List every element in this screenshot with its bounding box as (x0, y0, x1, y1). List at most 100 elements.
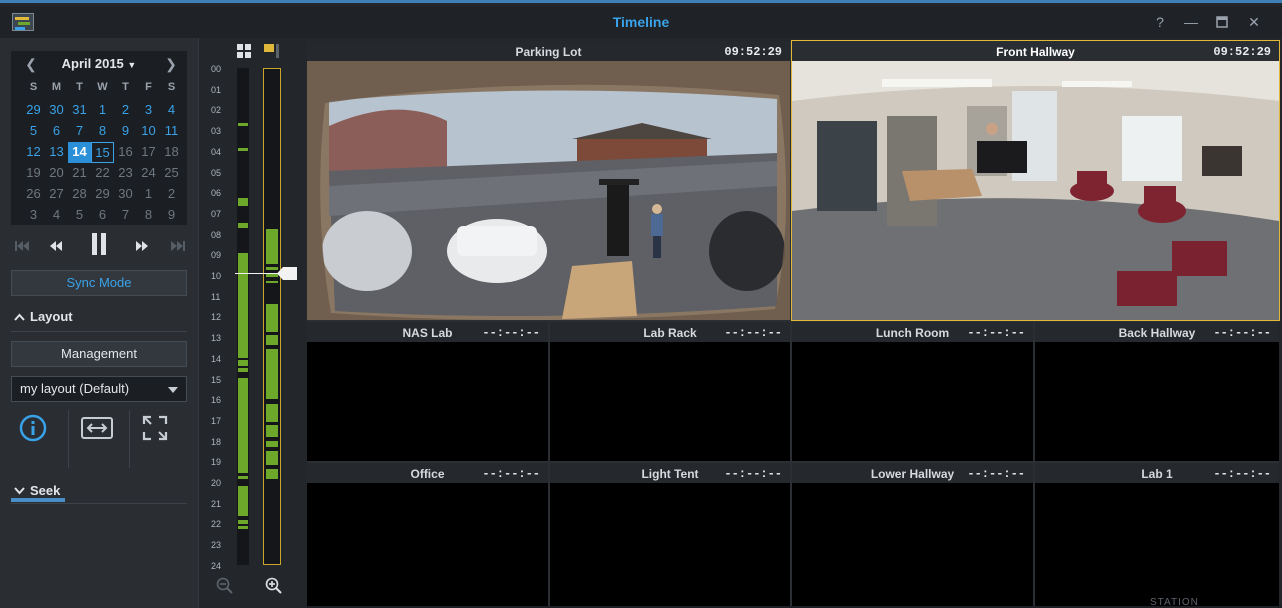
calendar-day[interactable]: 29 (22, 100, 45, 121)
calendar-day[interactable]: 1 (91, 100, 114, 121)
caret-down-icon (168, 387, 178, 393)
layout-select[interactable]: my layout (Default) (11, 376, 187, 402)
camera-tile-lab-1[interactable]: Lab 1 --:--:-- (1035, 463, 1279, 606)
zoom-in-icon[interactable] (265, 577, 283, 595)
management-button[interactable]: Management (11, 341, 187, 367)
camera-video-back-hallway (1035, 342, 1279, 461)
layout-select-value: my layout (Default) (20, 381, 130, 396)
calendar-day[interactable]: 7 (68, 121, 91, 142)
fullscreen-icon[interactable] (140, 413, 180, 445)
calendar-day[interactable]: 30 (114, 184, 137, 205)
timeline-track-all[interactable] (237, 68, 249, 565)
calendar-day[interactable]: 29 (91, 184, 114, 205)
calendar-day[interactable]: 3 (22, 205, 45, 226)
calendar-day[interactable]: 12 (22, 142, 45, 163)
camera-tile-lab-rack[interactable]: Lab Rack --:--:-- (550, 322, 790, 461)
calendar-day[interactable]: 8 (137, 205, 160, 226)
camera-tile-light-tent[interactable]: Light Tent --:--:-- (550, 463, 790, 606)
maximize-icon[interactable] (1211, 12, 1233, 32)
calendar-day[interactable]: 31 (68, 100, 91, 121)
weekday-label: T (76, 81, 83, 93)
calendar-month-dropdown[interactable]: April 2015 ▼ (51, 56, 147, 71)
fit-width-icon[interactable] (79, 413, 119, 445)
layout-section-header[interactable]: Layout (14, 309, 73, 324)
calendar-day[interactable]: 14 (68, 142, 91, 163)
pause-icon[interactable] (87, 232, 111, 255)
title-bar: Timeline ? — ✕ (0, 6, 1282, 38)
calendar-day[interactable]: 22 (91, 163, 114, 184)
camera-tile-lunch-room[interactable]: Lunch Room --:--:-- (792, 322, 1033, 461)
zoom-out-icon[interactable] (216, 577, 234, 595)
calendar-day[interactable]: 26 (22, 184, 45, 205)
calendar-day[interactable]: 2 (114, 100, 137, 121)
camera-tile-parking-lot[interactable]: Parking Lot 09:52:29 (307, 41, 790, 320)
calendar-day[interactable]: 21 (68, 163, 91, 184)
calendar-day[interactable]: 2 (160, 184, 183, 205)
sync-mode-button[interactable]: Sync Mode (11, 270, 187, 296)
rewind-icon[interactable] (45, 237, 67, 257)
calendar-day[interactable]: 27 (45, 184, 68, 205)
calendar-day[interactable]: 28 (68, 184, 91, 205)
calendar-day[interactable]: 18 (160, 142, 183, 163)
calendar-day[interactable]: 10 (137, 121, 160, 142)
calendar-day[interactable]: 19 (22, 163, 45, 184)
camera-time: --:--:-- (482, 467, 540, 481)
next-month-icon[interactable]: ❯ (161, 55, 181, 73)
camera-video-front-hallway (792, 61, 1279, 320)
calendar-day[interactable]: 9 (114, 121, 137, 142)
calendar-day[interactable]: 11 (160, 121, 183, 142)
calendar-day[interactable]: 24 (137, 163, 160, 184)
camera-name: Parking Lot (515, 45, 582, 59)
fast-forward-icon[interactable] (131, 237, 153, 257)
surveillance-app-window: Timeline ? — ✕ ❮ April 2015 ▼ ❯ S M T W T F S 2… (0, 0, 1282, 608)
camera-tile-office[interactable]: Office --:--:-- (307, 463, 548, 606)
hour-label: 10 (211, 271, 222, 281)
calendar-day[interactable]: 4 (45, 205, 68, 226)
camera-tile-back-hallway[interactable]: Back Hallway --:--:-- (1035, 322, 1279, 461)
hour-label: 04 (211, 146, 222, 157)
calendar-day[interactable]: 13 (45, 142, 68, 163)
camera-tile-nas-lab[interactable]: NAS Lab --:--:-- (307, 322, 548, 461)
calendar-day[interactable]: 3 (137, 100, 160, 121)
calendar-day[interactable]: 30 (45, 100, 68, 121)
close-icon[interactable]: ✕ (1243, 12, 1265, 32)
help-icon[interactable]: ? (1149, 12, 1171, 32)
camera-tile-lower-hallway[interactable]: Lower Hallway --:--:-- (792, 463, 1033, 606)
recording-segment (238, 253, 248, 358)
skip-to-start-icon[interactable] (11, 237, 33, 257)
camera-time: --:--:-- (967, 326, 1025, 340)
calendar-day[interactable]: 7 (114, 205, 137, 226)
weekday-label: M (51, 81, 62, 93)
calendar-day[interactable]: 23 (114, 163, 137, 184)
camera-tile-front-hallway[interactable]: Front Hallway 09:52:29 (791, 40, 1280, 321)
grid-view-icon[interactable] (237, 44, 251, 58)
calendar-day[interactable]: 25 (160, 163, 183, 184)
skip-to-end-icon[interactable] (167, 237, 189, 257)
prev-month-icon[interactable]: ❮ (21, 55, 41, 73)
calendar-day[interactable]: 16 (114, 142, 137, 163)
calendar-day[interactable]: 17 (137, 142, 160, 163)
calendar-day[interactable]: 5 (22, 121, 45, 142)
calendar-day[interactable]: 9 (160, 205, 183, 226)
calendar-day[interactable]: 20 (45, 163, 68, 184)
timeline-track-selected[interactable] (263, 68, 281, 565)
calendar-day[interactable]: 8 (91, 121, 114, 142)
calendar-day[interactable]: 5 (68, 205, 91, 226)
calendar-day[interactable]: 15 (91, 142, 114, 163)
calendar-day[interactable]: 6 (91, 205, 114, 226)
seek-section-header[interactable]: Seek (14, 483, 60, 498)
calendar-day[interactable]: 6 (45, 121, 68, 142)
recording-segment (238, 476, 248, 479)
hour-label: 22 (211, 519, 222, 530)
info-icon[interactable] (17, 413, 57, 445)
single-view-icon[interactable] (264, 44, 280, 58)
calendar-day[interactable]: 4 (160, 100, 183, 121)
calendar: ❮ April 2015 ▼ ❯ S M T W T F S 29 30 31 1 2 3 4 5 6 7 8 9 1… (11, 51, 187, 225)
hour-label: 06 (211, 188, 222, 199)
calendar-day[interactable]: 1 (137, 184, 160, 205)
camera-time: 09:52:29 (724, 45, 782, 59)
camera-video-lab-rack (550, 342, 790, 461)
minimize-icon[interactable]: — (1180, 12, 1202, 32)
weekday-label: S (29, 81, 38, 93)
hour-label: 15 (211, 374, 222, 385)
